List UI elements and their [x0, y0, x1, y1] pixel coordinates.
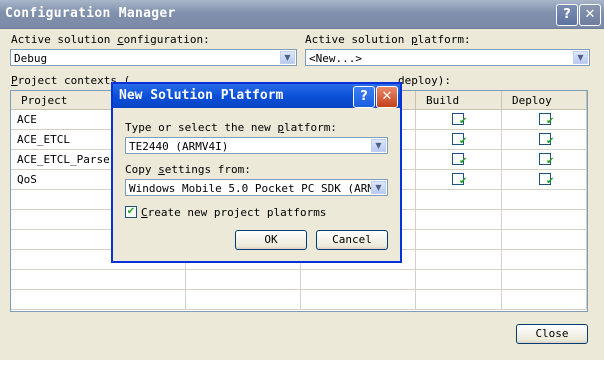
empty-cell [416, 210, 502, 230]
dialog-help-button[interactable]: ? [353, 86, 375, 108]
active-platform-select[interactable]: <New...> ▼ [305, 49, 590, 66]
active-configuration-select[interactable]: Debug ▼ [10, 49, 297, 66]
empty-cell [416, 290, 502, 310]
copy-settings-select[interactable]: Windows Mobile 5.0 Pocket PC SDK (ARMV4I… [125, 179, 388, 196]
project-name: QoS [17, 173, 37, 186]
copy-settings-label: Copy settings from: [125, 163, 251, 176]
build-checkbox[interactable]: ✔ [452, 133, 468, 147]
new-platform-label: Type or select the new platform: [125, 121, 337, 134]
empty-cell [11, 270, 186, 290]
build-cell[interactable]: ✔ [416, 150, 502, 170]
chevron-down-icon[interactable]: ▼ [371, 181, 386, 194]
column-header-build[interactable]: Build [416, 91, 502, 110]
deploy-checkbox[interactable]: ✔ [539, 133, 555, 147]
ok-button[interactable]: OK [235, 230, 307, 250]
active-platform-label: Active solution platform: [305, 33, 471, 46]
dialog-title: New Solution Platform [119, 88, 284, 103]
new-solution-platform-dialog: New Solution Platform ? ✕ Type or select… [111, 82, 402, 263]
help-button[interactable]: ? [556, 4, 578, 26]
dialog-close-button[interactable]: ✕ [376, 86, 398, 108]
empty-cell [502, 290, 587, 310]
check-icon: ✔ [459, 136, 468, 147]
deploy-cell[interactable]: ✔ [502, 150, 587, 170]
close-window-button[interactable]: ✕ [579, 4, 601, 26]
project-name: ACE_ETCL [17, 133, 70, 146]
build-cell[interactable]: ✔ [416, 110, 502, 130]
build-checkbox[interactable]: ✔ [452, 113, 468, 127]
empty-cell [416, 250, 502, 270]
check-icon: ✔ [546, 176, 555, 187]
empty-cell [416, 190, 502, 210]
create-project-platforms-checkbox[interactable]: ✔ [125, 206, 137, 218]
column-header-deploy[interactable]: Deploy [502, 91, 587, 110]
empty-cell [301, 290, 416, 310]
empty-cell [11, 290, 186, 310]
dialog-title-bar: New Solution Platform ? ✕ [113, 84, 400, 108]
empty-cell [502, 210, 587, 230]
empty-cell [186, 290, 301, 310]
deploy-cell[interactable]: ✔ [502, 170, 587, 190]
title-bar: Configuration Manager ? ✕ [0, 0, 604, 29]
empty-cell [502, 250, 587, 270]
project-name: ACE [17, 113, 37, 126]
check-icon: ✔ [459, 156, 468, 167]
empty-cell [416, 270, 502, 290]
empty-cell [502, 270, 587, 290]
build-checkbox[interactable]: ✔ [452, 153, 468, 167]
deploy-checkbox[interactable]: ✔ [539, 113, 555, 127]
empty-cell [301, 270, 416, 290]
close-button[interactable]: Close [516, 324, 588, 344]
empty-cell [502, 190, 587, 210]
project-contexts-label-tail: deploy): [398, 74, 451, 87]
check-icon: ✔ [459, 176, 468, 187]
build-cell[interactable]: ✔ [416, 130, 502, 150]
check-icon: ✔ [546, 136, 555, 147]
chevron-down-icon[interactable]: ▼ [280, 51, 295, 64]
empty-cell [416, 230, 502, 250]
check-icon: ✔ [459, 116, 468, 127]
deploy-cell[interactable]: ✔ [502, 130, 587, 150]
new-platform-combobox[interactable]: TE2440 (ARMV4I) ▼ [125, 137, 388, 154]
check-icon: ✔ [546, 156, 555, 167]
window-title: Configuration Manager [5, 6, 176, 21]
project-name: ACE_ETCL_Parser [17, 153, 117, 166]
check-icon: ✔ [546, 116, 555, 127]
check-icon: ✔ [126, 206, 136, 217]
deploy-checkbox[interactable]: ✔ [539, 173, 555, 187]
build-cell[interactable]: ✔ [416, 170, 502, 190]
chevron-down-icon[interactable]: ▼ [371, 139, 386, 152]
deploy-checkbox[interactable]: ✔ [539, 153, 555, 167]
cancel-button[interactable]: Cancel [316, 230, 388, 250]
empty-cell [186, 270, 301, 290]
copy-settings-value: Windows Mobile 5.0 Pocket PC SDK (ARMV4I [129, 182, 371, 195]
active-configuration-label: Active solution configuration: [11, 33, 210, 46]
new-platform-value[interactable]: TE2440 (ARMV4I) [129, 140, 228, 153]
create-project-platforms-label[interactable]: Create new project platforms [141, 206, 326, 219]
empty-cell [502, 230, 587, 250]
build-checkbox[interactable]: ✔ [452, 173, 468, 187]
deploy-cell[interactable]: ✔ [502, 110, 587, 130]
active-configuration-value: Debug [14, 52, 48, 65]
chevron-down-icon[interactable]: ▼ [573, 51, 588, 64]
active-platform-value: <New...> [309, 52, 362, 65]
